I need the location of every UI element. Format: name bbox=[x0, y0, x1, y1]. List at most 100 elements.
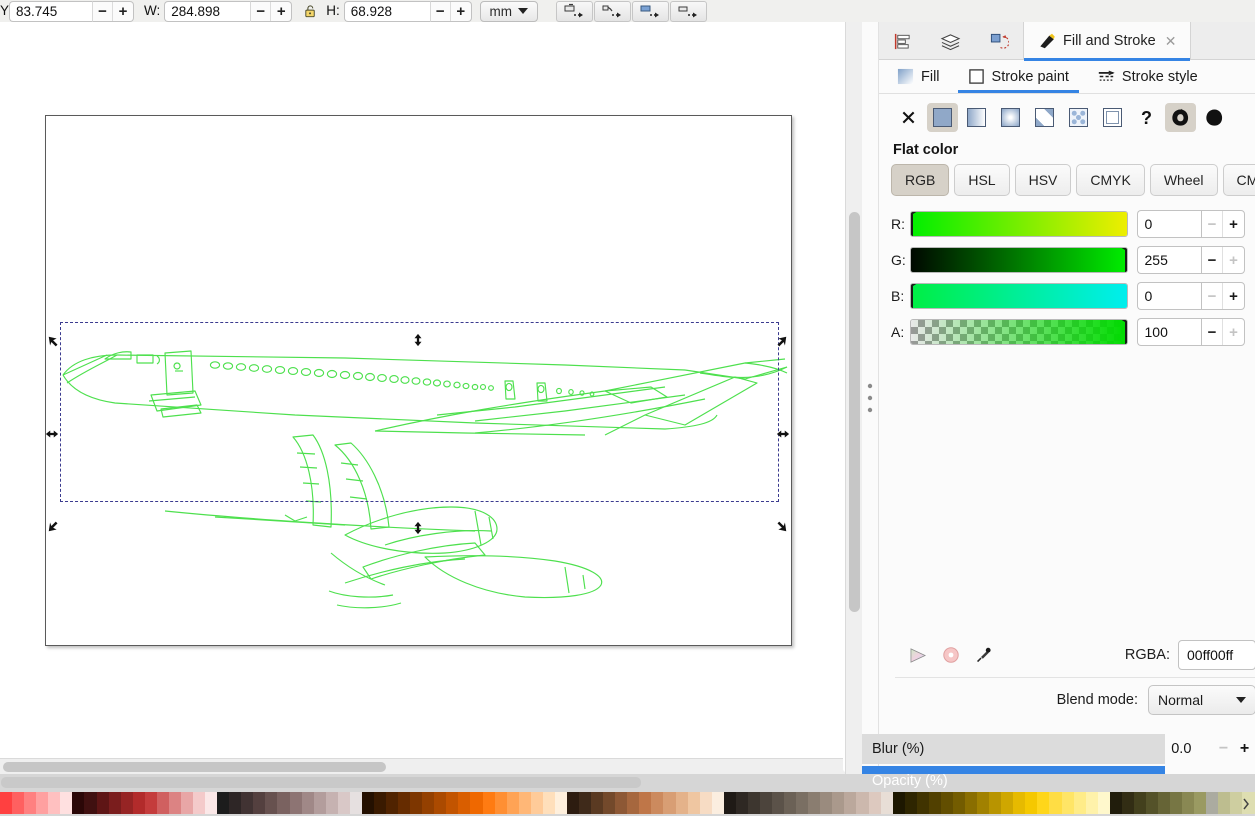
palette-swatch[interactable] bbox=[361, 792, 374, 814]
palette-swatch[interactable] bbox=[337, 792, 350, 814]
palette-swatch[interactable] bbox=[518, 792, 531, 814]
palette-swatch[interactable] bbox=[506, 792, 519, 814]
palette-swatch[interactable] bbox=[217, 792, 230, 814]
rgba-input[interactable]: 00ff00ff bbox=[1178, 640, 1255, 670]
channel-slider-a[interactable] bbox=[910, 319, 1128, 345]
blur-value[interactable]: 0.0 bbox=[1165, 734, 1213, 764]
scale-handle-top-right[interactable] bbox=[774, 335, 788, 349]
palette-swatch[interactable] bbox=[108, 792, 121, 814]
palette-swatch[interactable] bbox=[446, 792, 459, 814]
lower-selection-button[interactable] bbox=[669, 0, 707, 22]
palette-swatch[interactable] bbox=[410, 792, 423, 814]
palette-swatch[interactable] bbox=[687, 792, 700, 814]
palette-swatch[interactable] bbox=[554, 792, 567, 814]
scale-handle-middle-right[interactable] bbox=[776, 427, 790, 441]
palette-swatch[interactable] bbox=[48, 792, 61, 814]
palette-swatch[interactable] bbox=[301, 792, 314, 814]
palette-swatch[interactable] bbox=[1218, 792, 1231, 814]
palette-swatch[interactable] bbox=[784, 792, 797, 814]
y-decrement-button[interactable]: − bbox=[93, 1, 114, 21]
palette-swatch[interactable] bbox=[289, 792, 302, 814]
paint-none-button[interactable] bbox=[893, 103, 924, 132]
palette-swatch[interactable] bbox=[482, 792, 495, 814]
paint-linear-gradient-button[interactable] bbox=[961, 103, 992, 132]
palette-swatch[interactable] bbox=[627, 792, 640, 814]
w-increment-button[interactable]: + bbox=[271, 2, 291, 21]
palette-swatch[interactable] bbox=[144, 792, 157, 814]
palette-swatch[interactable] bbox=[1194, 792, 1207, 814]
palette-swatch[interactable] bbox=[1182, 792, 1195, 814]
palette-swatch[interactable] bbox=[735, 792, 748, 814]
last-used-color-icon[interactable] bbox=[909, 647, 928, 664]
blur-row[interactable]: Blur (%) 0.0 − + bbox=[862, 734, 1255, 764]
w-spin-buttons[interactable]: − + bbox=[250, 0, 293, 22]
channel-decrement-g[interactable]: − bbox=[1202, 247, 1223, 273]
lower-to-bottom-button[interactable] bbox=[593, 0, 631, 22]
palette-scrollbar-thumb[interactable] bbox=[1, 777, 641, 788]
sub-tab-stroke-paint[interactable]: Stroke paint bbox=[954, 60, 1083, 93]
horizontal-scrollbar-thumb[interactable] bbox=[3, 762, 386, 772]
scale-handle-top-center[interactable] bbox=[411, 333, 425, 347]
width-input[interactable]: 284.898 bbox=[164, 0, 251, 22]
channel-value-b[interactable]: 0 bbox=[1136, 282, 1201, 310]
channel-slider-r[interactable] bbox=[910, 211, 1128, 237]
palette-swatch[interactable] bbox=[832, 792, 845, 814]
h-decrement-button[interactable]: − bbox=[431, 1, 451, 21]
canvas-area[interactable]: 1 bbox=[0, 22, 862, 774]
slider-handle-a[interactable] bbox=[1119, 319, 1128, 345]
palette-swatch[interactable] bbox=[808, 792, 821, 814]
y-increment-button[interactable]: + bbox=[113, 2, 133, 21]
palette-swatch[interactable] bbox=[663, 792, 676, 814]
palette-swatch[interactable] bbox=[651, 792, 664, 814]
palette-swatch[interactable] bbox=[120, 792, 133, 814]
palette-swatch[interactable] bbox=[639, 792, 652, 814]
blur-decrement-button[interactable]: − bbox=[1213, 734, 1234, 764]
color-mode-cmyk[interactable]: CMYK bbox=[1076, 164, 1145, 196]
blur-slider[interactable]: Blur (%) bbox=[862, 734, 1166, 764]
sub-tab-fill[interactable]: Fill bbox=[883, 60, 954, 93]
palette-swatch[interactable] bbox=[747, 792, 760, 814]
channel-increment-a[interactable]: + bbox=[1223, 319, 1244, 345]
paint-flat-color-button[interactable] bbox=[927, 103, 958, 132]
paint-swatch-button[interactable] bbox=[1063, 103, 1094, 132]
palette-swatch[interactable] bbox=[386, 792, 399, 814]
palette-swatch[interactable] bbox=[566, 792, 579, 814]
paint-question-button[interactable]: ? bbox=[1131, 103, 1162, 132]
palette-swatch[interactable] bbox=[699, 792, 712, 814]
h-spin-buttons[interactable]: − + bbox=[429, 0, 472, 22]
channel-spin-g[interactable]: − + bbox=[1201, 246, 1245, 274]
channel-slider-g[interactable] bbox=[910, 247, 1128, 273]
y-stepper[interactable]: 83.745 − + bbox=[9, 0, 135, 22]
dock-resize-handle[interactable] bbox=[862, 22, 878, 774]
palette-swatch[interactable] bbox=[241, 792, 254, 814]
blur-spin-buttons[interactable]: − + bbox=[1213, 734, 1255, 764]
tab-transform[interactable] bbox=[975, 22, 1023, 60]
tab-fill-and-stroke[interactable]: Fill and Stroke ✕ bbox=[1023, 22, 1192, 61]
vertical-scrollbar[interactable] bbox=[845, 22, 862, 774]
paint-radial-gradient-button[interactable] bbox=[995, 103, 1026, 132]
vertical-scrollbar-thumb[interactable] bbox=[849, 212, 860, 612]
fillrule-nonzero-button[interactable] bbox=[1165, 103, 1196, 132]
w-decrement-button[interactable]: − bbox=[251, 1, 272, 21]
palette-swatch[interactable] bbox=[132, 792, 145, 814]
slider-handle-r[interactable] bbox=[910, 211, 919, 237]
palette-swatch[interactable] bbox=[1170, 792, 1183, 814]
palette-swatch[interactable] bbox=[72, 792, 85, 814]
palette-swatch[interactable] bbox=[373, 792, 386, 814]
palette-swatch[interactable] bbox=[470, 792, 483, 814]
palette-swatch[interactable] bbox=[180, 792, 193, 814]
palette-swatch[interactable] bbox=[820, 792, 833, 814]
h-increment-button[interactable]: + bbox=[451, 2, 471, 21]
palette-swatch[interactable] bbox=[796, 792, 809, 814]
palette-swatch[interactable] bbox=[458, 792, 471, 814]
canvas-viewport[interactable]: 1 bbox=[0, 22, 862, 774]
w-stepper[interactable]: 284.898 − + bbox=[164, 0, 293, 22]
palette-swatch[interactable] bbox=[422, 792, 435, 814]
scale-handle-top-left[interactable] bbox=[47, 335, 61, 349]
palette-swatch[interactable] bbox=[60, 792, 73, 814]
color-mode-hsv[interactable]: HSV bbox=[1014, 164, 1072, 196]
palette-swatch[interactable] bbox=[325, 792, 338, 814]
color-mode-hsl[interactable]: HSL bbox=[954, 164, 1010, 196]
palette-swatch[interactable] bbox=[591, 792, 604, 814]
selection-bounding-box[interactable] bbox=[60, 322, 779, 502]
